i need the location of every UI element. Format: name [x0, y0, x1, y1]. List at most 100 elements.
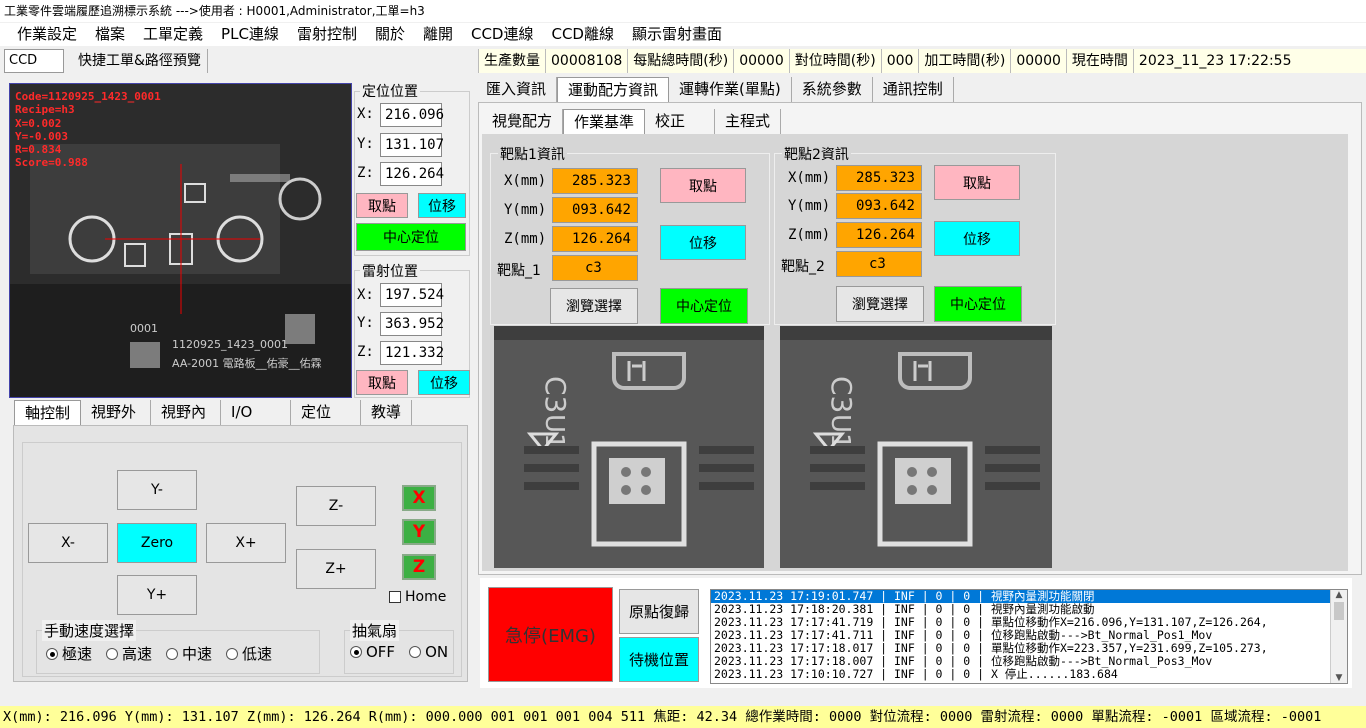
target1-title: 靶點1資訊	[498, 144, 567, 164]
tab-run-single-point[interactable]: 運轉作業(單點)	[669, 77, 792, 103]
tab-comm-control[interactable]: 通訊控制	[873, 77, 954, 103]
standby-position-button[interactable]: 待機位置	[619, 637, 699, 682]
t2-y-field[interactable]: 093.642	[836, 193, 922, 219]
menu-item-laser-control[interactable]: 雷射控制	[288, 23, 366, 46]
tab-motion-recipe[interactable]: 運動配方資訊	[557, 77, 670, 103]
overlay-line: Score=0.988	[15, 156, 88, 170]
menu-item-ccd-disconnect[interactable]: CCD離線	[542, 23, 623, 46]
t1-y-field[interactable]: 093.642	[552, 197, 638, 223]
z-minus-button[interactable]: Z-	[296, 486, 376, 526]
t2-z-field[interactable]: 126.264	[836, 222, 922, 248]
radio-dot	[106, 647, 119, 660]
scroll-down-icon[interactable]: ▼	[1331, 673, 1347, 683]
ccd-select[interactable]: CCD	[4, 49, 64, 73]
t1-take-button[interactable]: 取點	[660, 168, 746, 203]
t1-z-label: Z(mm)	[504, 231, 547, 247]
y-plus-button[interactable]: Y+	[117, 575, 197, 615]
laser-z-field[interactable]: 121.332	[380, 341, 444, 365]
speed-mid-radio[interactable]: 中速	[166, 643, 212, 664]
speed-low-radio[interactable]: 低速	[226, 643, 272, 664]
proc-label: 加工時間(秒)	[918, 49, 1010, 73]
emergency-stop-button[interactable]: 急停(EMG)	[488, 587, 613, 682]
toolbar: CCD 快捷工單&路徑預覽	[4, 49, 208, 73]
t2-target-label: 靶點_2	[781, 259, 825, 275]
t2-target-field[interactable]: c3	[836, 251, 922, 277]
pos-x-field[interactable]: 216.096	[380, 103, 444, 127]
pos-move-button[interactable]: 位移	[418, 193, 466, 218]
t1-center-button[interactable]: 中心定位	[660, 288, 748, 324]
t2-x-field[interactable]: 285.323	[836, 165, 922, 191]
t1-browse-button[interactable]: 瀏覽選擇	[550, 288, 638, 324]
tab-work-reference[interactable]: 作業基準	[563, 109, 646, 135]
scroll-thumb[interactable]	[1334, 602, 1344, 620]
t2-browse-button[interactable]: 瀏覽選擇	[836, 286, 924, 322]
tab-io[interactable]: I/O	[221, 400, 292, 426]
speed-high-radio[interactable]: 高速	[106, 643, 152, 664]
now-value: 2023_11_23 17:22:55	[1132, 49, 1297, 73]
y-minus-button[interactable]: Y-	[117, 470, 197, 510]
tab-calibration[interactable]: 校正	[645, 109, 716, 135]
radio-dot	[166, 647, 179, 660]
pos-z-field[interactable]: 126.264	[380, 162, 444, 186]
laser-take-button[interactable]: 取點	[356, 370, 408, 395]
laser-position-title: 雷射位置	[360, 261, 420, 281]
menu-item-ccd-connect[interactable]: CCD連線	[462, 23, 543, 46]
position-title: 定位位置	[360, 81, 420, 101]
fan-on-radio[interactable]: ON	[409, 643, 448, 661]
tab-axis-control[interactable]: 軸控制	[14, 400, 82, 426]
pos-center-button[interactable]: 中心定位	[356, 223, 466, 251]
pos-take-button[interactable]: 取點	[356, 193, 408, 218]
menu-item-settings[interactable]: 作業設定	[8, 23, 86, 46]
home-checkbox[interactable]: Home	[389, 589, 446, 605]
x-minus-button[interactable]: X-	[28, 523, 108, 563]
t2-center-button[interactable]: 中心定位	[934, 286, 1022, 322]
speed-max-radio[interactable]: 極速	[46, 643, 92, 664]
log-line[interactable]: 2023.11.23 17:10:10.727 | INF | 0 | 0 | …	[711, 668, 1347, 681]
menu-item-file[interactable]: 檔案	[86, 23, 134, 46]
t2-y-label: Y(mm)	[788, 198, 831, 214]
menu-item-show-laser[interactable]: 顯示雷射畫面	[623, 23, 731, 46]
t2-move-button[interactable]: 位移	[934, 221, 1020, 256]
laser-y-field[interactable]: 363.952	[380, 312, 444, 336]
laser-move-button[interactable]: 位移	[418, 370, 470, 395]
tab-system-params[interactable]: 系統參數	[792, 77, 873, 103]
laser-x-field[interactable]: 197.524	[380, 283, 444, 307]
tab-teach[interactable]: 教導	[361, 400, 413, 426]
zero-button[interactable]: Zero	[117, 523, 197, 563]
home-return-button[interactable]: 原點復歸	[619, 589, 699, 634]
log-scrollbar[interactable]: ▲ ▼	[1330, 590, 1347, 683]
pos-y-field[interactable]: 131.107	[380, 133, 444, 157]
menu-item-plc[interactable]: PLC連線	[212, 23, 288, 46]
t2-take-button[interactable]: 取點	[934, 165, 1020, 200]
z-axis-indicator: Z	[402, 554, 436, 580]
radio-dot	[226, 647, 239, 660]
z-plus-button[interactable]: Z+	[296, 549, 376, 589]
t1-move-button[interactable]: 位移	[660, 225, 746, 260]
scroll-up-icon[interactable]: ▲	[1331, 590, 1347, 600]
checkbox-box	[389, 591, 401, 603]
prod-label: 生產數量	[478, 49, 545, 73]
tab-positioning[interactable]: 定位	[291, 400, 362, 426]
menu-item-exit[interactable]: 離開	[414, 23, 462, 46]
t1-target-field[interactable]: c3	[552, 255, 638, 281]
tab-inside-view[interactable]: 視野內	[151, 400, 222, 426]
menu-item-workorder[interactable]: 工單定義	[134, 23, 212, 46]
tab-vision-recipe[interactable]: 視覺配方	[482, 109, 564, 135]
t1-x-field[interactable]: 285.323	[552, 168, 638, 194]
camera-view[interactable]: Code=1120925_1423_0001 Recipe=h3 X=0.002 Y=…	[9, 83, 352, 398]
event-log[interactable]: 2023.11.23 17:19:01.747 | INF | 0 | 0 | …	[710, 589, 1348, 684]
overlay-line: R=0.834	[15, 143, 62, 157]
tab-main-program[interactable]: 主程式	[715, 109, 782, 135]
quick-preview-button[interactable]: 快捷工單&路徑預覽	[72, 49, 208, 73]
c3-marking: C3	[825, 376, 858, 413]
menu-item-about[interactable]: 關於	[366, 23, 414, 46]
x-plus-button[interactable]: X+	[206, 523, 286, 563]
fan-off-radio[interactable]: OFF	[350, 643, 395, 661]
tab-outside-view[interactable]: 視野外	[81, 400, 152, 426]
pos-z-label: Z:	[357, 165, 374, 181]
t1-z-field[interactable]: 126.264	[552, 226, 638, 252]
tab-import-info[interactable]: 匯入資訊	[476, 77, 558, 103]
target2-image: C3 U1	[780, 326, 1052, 568]
t1-target-label: 靶點_1	[497, 263, 541, 279]
camera-overlay-text: Code=1120925_1423_0001 Recipe=h3 X=0.002 Y=…	[15, 90, 161, 170]
